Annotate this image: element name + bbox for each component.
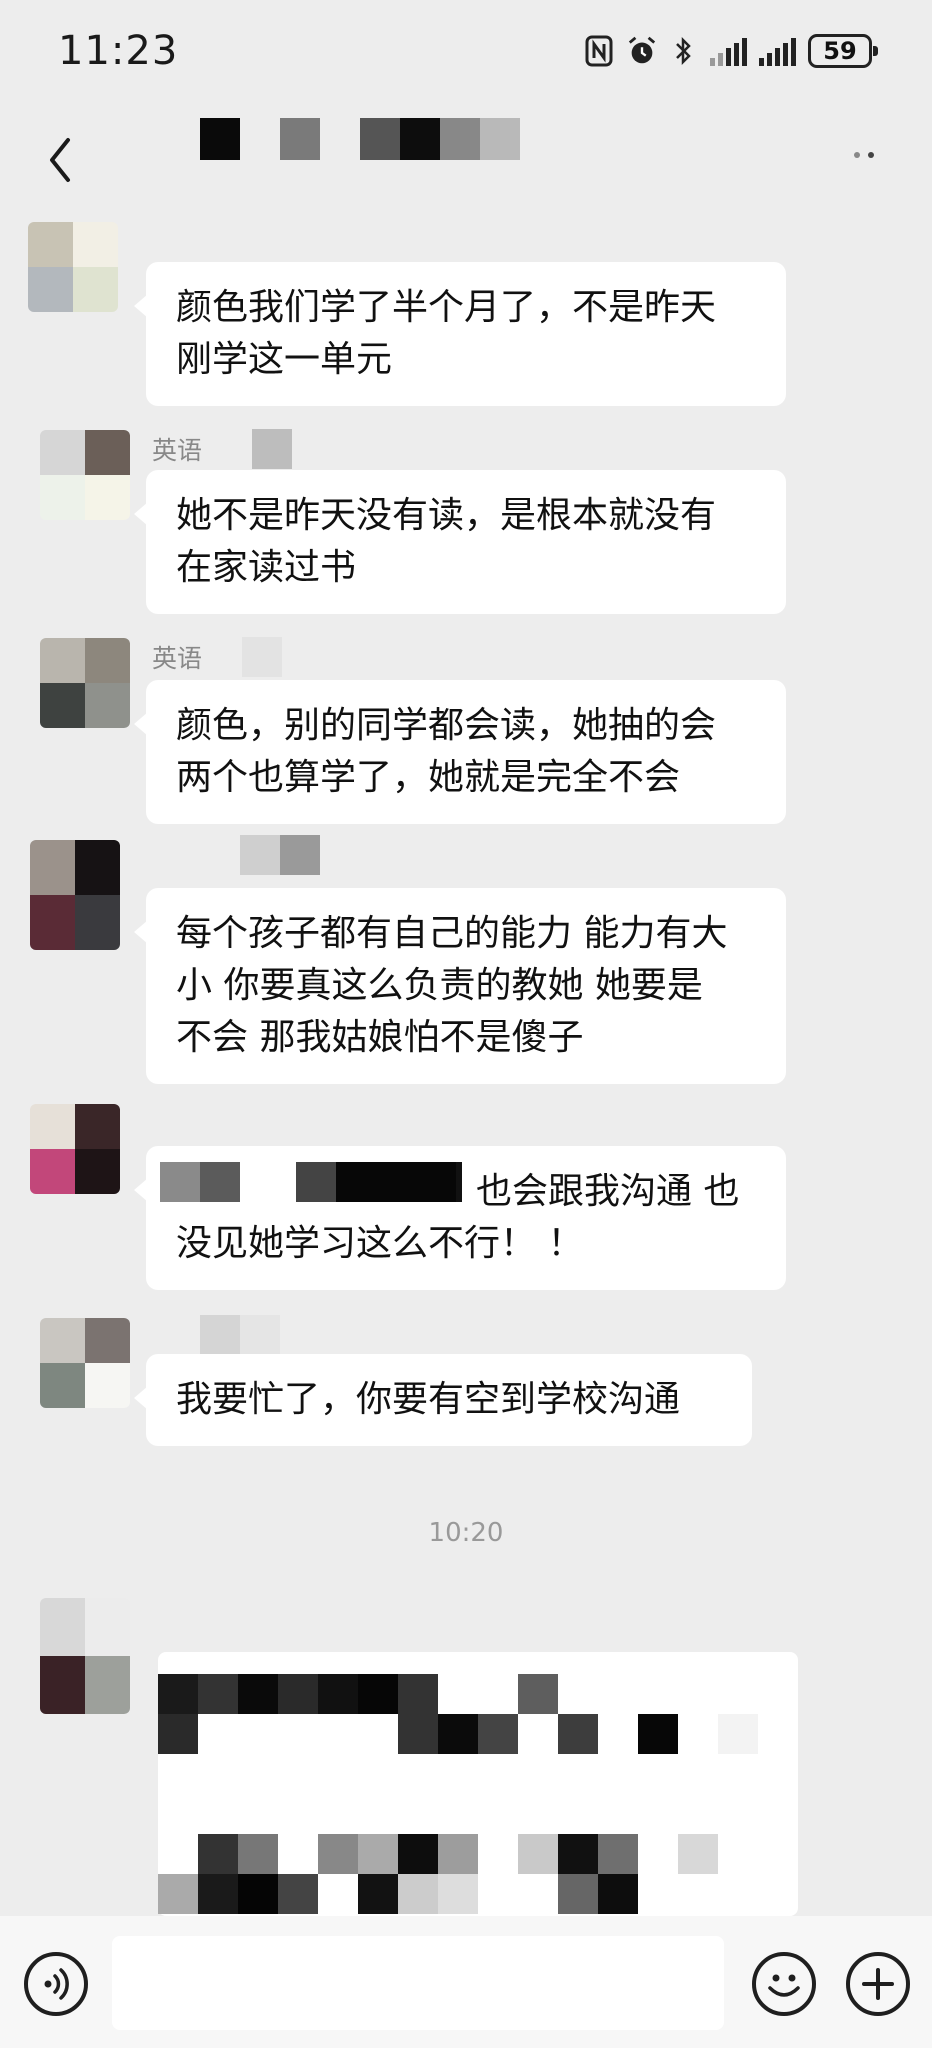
emoji-button[interactable] <box>752 1952 816 2016</box>
more-dots-icon <box>854 152 860 158</box>
redacted-text <box>160 1162 462 1202</box>
emoji-icon <box>768 1974 800 1997</box>
bluetooth-icon <box>668 34 698 68</box>
signal-icon <box>710 36 747 66</box>
status-bar: 11:23 59 <box>0 0 932 110</box>
alarm-icon <box>626 34 656 68</box>
plus-button[interactable] <box>846 1952 910 2016</box>
battery-icon: 59 <box>808 34 878 68</box>
voice-icon <box>44 1968 69 2000</box>
chat-title-redacted <box>200 118 520 160</box>
avatar[interactable] <box>40 1318 130 1408</box>
sender-name: 英语 <box>152 429 293 469</box>
back-button[interactable] <box>36 130 86 190</box>
message-bubble[interactable]: 她不是昨天没有读，是根本就没有 在家读过书 <box>134 470 786 614</box>
avatar[interactable] <box>40 430 130 520</box>
avatar[interactable] <box>28 222 118 312</box>
message-bubble[interactable]: 颜色，别的同学都会读，她抽的会 两个也算学了，她就是完全不会 <box>134 680 786 824</box>
message-input[interactable] <box>112 1936 724 2030</box>
time-divider: 10:20 <box>428 1518 504 1548</box>
avatar[interactable] <box>30 1104 120 1194</box>
more-button[interactable] <box>854 146 884 162</box>
status-icons: 59 <box>584 34 878 68</box>
message-bubble[interactable]: 也会跟我沟通 也 没见她学习这么不行！ ！ <box>134 1146 786 1290</box>
signal-icon <box>759 36 796 66</box>
message-bubble[interactable]: 颜色我们学了半个月了，不是昨天 刚学这一单元 <box>134 262 786 406</box>
sender-name-redacted <box>152 1315 280 1355</box>
chat-header <box>0 110 932 210</box>
message-bubble[interactable]: 每个孩子都有自己的能力 能力有大 小 你要真这么负责的教她 她要是 不会 那我姑… <box>134 888 786 1084</box>
avatar[interactable] <box>40 1598 130 1714</box>
chevron-left-icon <box>50 138 70 182</box>
input-bar <box>0 1916 932 2048</box>
voice-button[interactable] <box>24 1952 88 2016</box>
sender-name: 英语 <box>152 637 283 677</box>
avatar[interactable] <box>40 638 130 728</box>
message-bubble[interactable]: 我要忙了，你要有空到学校沟通 <box>134 1354 752 1446</box>
redacted-message-bubble[interactable] <box>158 1652 798 1916</box>
sender-name-redacted <box>152 835 320 875</box>
nfc-icon <box>584 34 614 68</box>
status-time: 11:23 <box>58 28 179 74</box>
avatar[interactable] <box>30 840 120 950</box>
plus-icon <box>862 1968 894 2000</box>
